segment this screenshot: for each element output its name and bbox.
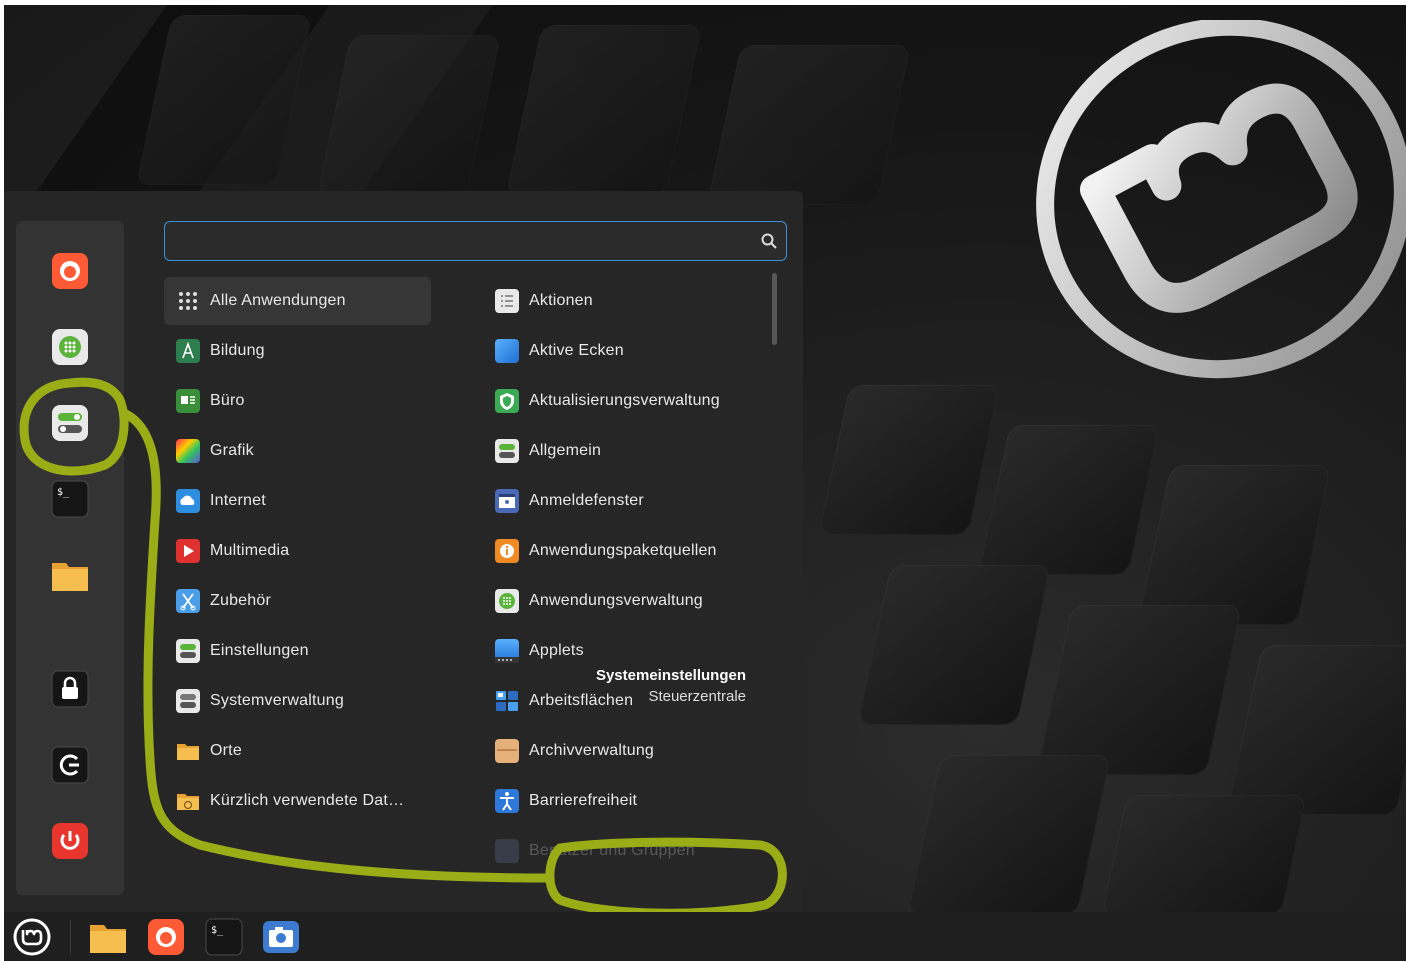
app-label: Archivverwaltung xyxy=(529,742,655,759)
category-label: Grafik xyxy=(210,442,254,459)
users-groups-icon xyxy=(495,839,519,863)
recent-files-icon xyxy=(176,789,200,813)
hot-corners-icon xyxy=(495,339,519,363)
category-office[interactable]: Büro xyxy=(164,377,431,425)
favorites-panel: $_ xyxy=(16,221,124,895)
app-label: Anwendungspaketquellen xyxy=(529,542,717,559)
application-menu: $_ Alle Anwendungen Bildung Büro Grafik … xyxy=(4,191,803,912)
search-input[interactable] xyxy=(175,230,749,254)
app-label: Aktive Ecken xyxy=(529,342,624,359)
category-label: Multimedia xyxy=(210,542,290,559)
tooltip-title: Systemeinstellungen xyxy=(595,667,746,684)
taskbar-separator xyxy=(70,920,71,954)
settings-icon xyxy=(176,639,200,663)
app-list-scrollbar[interactable] xyxy=(772,273,777,345)
workspaces-icon xyxy=(495,689,519,713)
category-accessories[interactable]: Zubehör xyxy=(164,577,431,625)
lock-screen-icon[interactable] xyxy=(50,669,90,709)
applets-icon xyxy=(495,639,519,663)
category-graphics[interactable]: Grafik xyxy=(164,427,431,475)
actions-icon xyxy=(495,289,519,313)
category-places[interactable]: Orte xyxy=(164,727,431,775)
category-label: Bildung xyxy=(210,342,265,359)
graphics-icon xyxy=(176,439,200,463)
power-icon[interactable] xyxy=(50,821,90,861)
system-settings-icon[interactable] xyxy=(50,403,90,443)
app-software-sources[interactable]: Anwendungspaketquellen xyxy=(483,527,763,575)
search-icon[interactable] xyxy=(760,232,778,254)
category-label: Kürzlich verwendete Dat… xyxy=(210,792,405,809)
tooltip: Systemeinstellungen Steuerzentrale xyxy=(570,661,750,711)
folder-icon xyxy=(176,739,200,763)
accessibility-icon xyxy=(495,789,519,813)
linux-mint-logo xyxy=(1036,20,1406,379)
login-window-icon xyxy=(495,489,519,513)
svg-text:$_: $_ xyxy=(57,487,70,498)
category-recent-files[interactable]: Kürzlich verwendete Dat… xyxy=(164,777,431,825)
app-label: Aktionen xyxy=(529,292,593,309)
svg-text:$_: $_ xyxy=(211,925,224,936)
app-actions[interactable]: Aktionen xyxy=(483,277,763,325)
app-label: Benutzer und Gruppen xyxy=(529,842,695,859)
administration-icon xyxy=(176,689,200,713)
software-sources-icon xyxy=(495,539,519,563)
category-internet[interactable]: Internet xyxy=(164,477,431,525)
tooltip-subtitle: Steuerzentrale xyxy=(648,688,746,705)
logout-icon[interactable] xyxy=(50,745,90,785)
app-label: Allgemein xyxy=(529,442,602,459)
multimedia-icon xyxy=(176,539,200,563)
files-icon[interactable] xyxy=(50,555,90,595)
firefox-icon[interactable] xyxy=(146,917,186,957)
app-software-manager[interactable]: Anwendungsverwaltung xyxy=(483,577,763,625)
terminal-icon[interactable]: $_ xyxy=(50,479,90,519)
app-archive-manager[interactable]: Archivverwaltung xyxy=(483,727,763,775)
app-general[interactable]: Allgemein xyxy=(483,427,763,475)
terminal-icon[interactable]: $_ xyxy=(204,917,244,957)
mint-menu-icon[interactable] xyxy=(12,917,52,957)
software-manager-icon xyxy=(495,589,519,613)
app-label: Anwendungsverwaltung xyxy=(529,592,703,609)
search-field[interactable] xyxy=(164,221,787,261)
app-hot-corners[interactable]: Aktive Ecken xyxy=(483,327,763,375)
app-login-window[interactable]: Anmeldefenster xyxy=(483,477,763,525)
internet-icon xyxy=(176,489,200,513)
taskbar: $_ xyxy=(4,912,1406,961)
app-update-manager[interactable]: Aktualisierungsverwaltung xyxy=(483,377,763,425)
category-label: Systemverwaltung xyxy=(210,692,344,709)
category-administration[interactable]: Systemverwaltung xyxy=(164,677,431,725)
category-settings[interactable]: Einstellungen xyxy=(164,627,431,675)
category-multimedia[interactable]: Multimedia xyxy=(164,527,431,575)
category-label: Internet xyxy=(210,492,266,509)
archive-manager-icon xyxy=(495,739,519,763)
update-manager-icon xyxy=(495,389,519,413)
office-icon xyxy=(176,389,200,413)
app-accessibility[interactable]: Barrierefreiheit xyxy=(483,777,763,825)
accessories-icon xyxy=(176,589,200,613)
app-label: Applets xyxy=(529,642,584,659)
app-label: Aktualisierungsverwaltung xyxy=(529,392,720,409)
app-users-groups[interactable]: Benutzer und Gruppen xyxy=(483,827,763,875)
education-icon xyxy=(176,339,200,363)
app-label: Anmeldefenster xyxy=(529,492,644,509)
grid-icon xyxy=(176,289,200,313)
category-label: Alle Anwendungen xyxy=(210,292,346,309)
category-label: Büro xyxy=(210,392,245,409)
category-label: Einstellungen xyxy=(210,642,309,659)
screenshot-icon[interactable] xyxy=(261,917,301,957)
files-icon[interactable] xyxy=(88,917,128,957)
category-label: Orte xyxy=(210,742,242,759)
general-icon xyxy=(495,439,519,463)
software-manager-icon[interactable] xyxy=(50,327,90,367)
category-all-applications[interactable]: Alle Anwendungen xyxy=(164,277,431,325)
category-label: Zubehör xyxy=(210,592,271,609)
firefox-icon[interactable] xyxy=(50,251,90,291)
category-education[interactable]: Bildung xyxy=(164,327,431,375)
app-label: Barrierefreiheit xyxy=(529,792,638,809)
